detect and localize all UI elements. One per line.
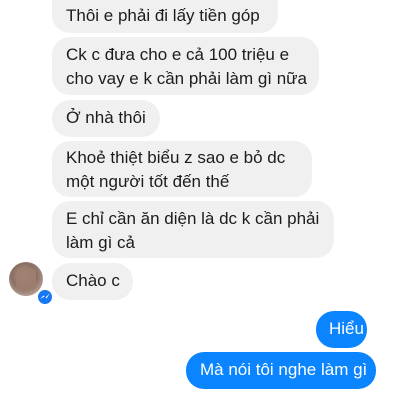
messenger-badge-icon [36,288,54,306]
message-bubble-incoming[interactable]: Ở nhà thôi [52,100,160,137]
message-bubble-incoming[interactable]: Khoẻ thiệt biểu z sao e bỏ dc một người … [52,141,312,197]
message-bubble-incoming[interactable]: Ck c đưa cho e cả 100 triệu e cho vay e … [52,37,319,95]
message-bubble-outgoing[interactable]: Hiểu [316,311,367,348]
message-text-line: cho vay e k cần phải làm gì nữa [66,69,308,88]
avatar-image [16,268,36,290]
message-bubble-incoming[interactable]: E chỉ cần ăn diện là dc k cần phải làm g… [52,201,334,258]
message-text: Ở nhà thôi [66,108,146,127]
message-text-line: Khoẻ thiệt biểu z sao e bỏ dc [66,148,286,167]
message-text: Chào c [66,271,120,290]
message-bubble-incoming[interactable]: Chào c [52,263,133,300]
message-text-line: Ck c đưa cho e cả 100 triệu e [66,45,290,64]
message-text: Mà nói tôi nghe làm gì [200,360,368,379]
message-text-line: làm gì cả [66,233,135,252]
message-text-line: một người tốt đến thế [66,172,230,191]
message-text-line: E chỉ cần ăn diện là dc k cần phải [66,209,320,228]
message-bubble-incoming[interactable]: Thôi e phải đi lấy tiền góp [52,0,278,33]
message-bubble-outgoing[interactable]: Mà nói tôi nghe làm gì [186,352,376,389]
message-text: Hiểu [329,319,364,338]
message-text: Thôi e phải đi lấy tiền góp [66,6,260,25]
